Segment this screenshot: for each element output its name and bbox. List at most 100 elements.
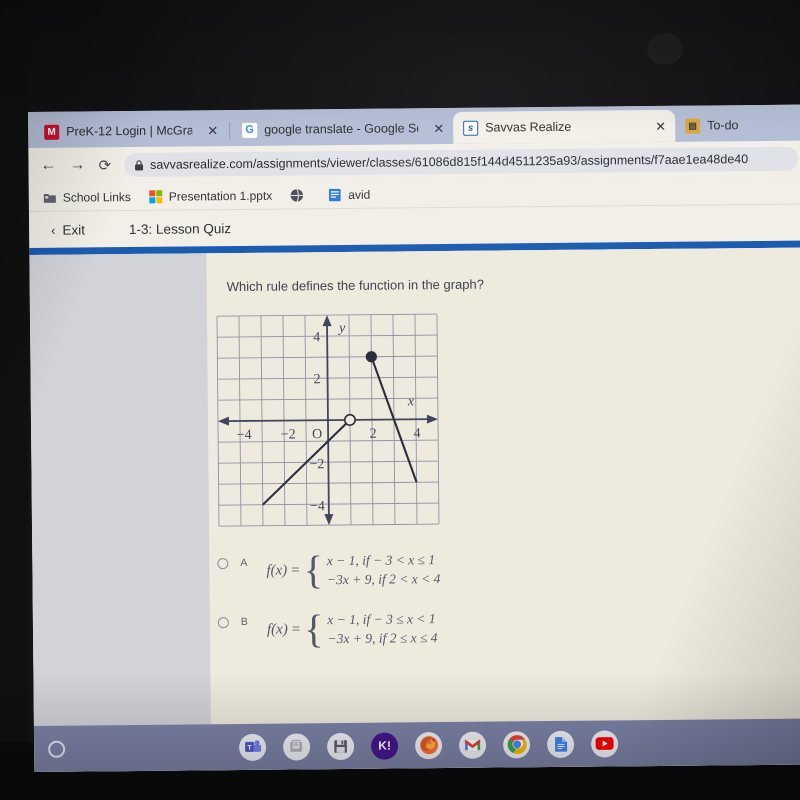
os-shelf: T K!	[33, 718, 800, 772]
xtick-4: 4	[414, 426, 421, 441]
forward-icon[interactable]: →	[69, 156, 85, 173]
shelf-app-list: T K!	[65, 728, 798, 762]
bookmark-school-links[interactable]: School Links	[43, 190, 131, 205]
case-line-1: x − 1, if − 3 < x ≤ 1	[327, 552, 440, 569]
browser-tab-mcgraw[interactable]: M PreK-12 Login | McGraw Hill ✕	[34, 114, 227, 148]
ytick--4: −4	[310, 499, 325, 514]
left-brace-icon: {	[303, 547, 324, 593]
globe-icon	[291, 188, 304, 202]
answer-choice-b[interactable]: B f(x) = { x − 1, if − 3 ≤ x < 1 −3x + 9…	[217, 606, 800, 652]
case-condition: if 2 < x < 4	[378, 571, 441, 587]
bookmark-label: avid	[348, 187, 371, 202]
bookmark-avid[interactable]: avid	[328, 187, 370, 201]
ytick-2: 2	[314, 372, 321, 387]
filled-circle-marker	[365, 351, 377, 363]
tab-title: google translate - Google Search	[264, 121, 419, 137]
left-brace-icon: {	[304, 606, 324, 652]
equals-sign: =	[291, 621, 301, 638]
quiz-body: Which rule defines the function in the g…	[29, 247, 800, 772]
open-circle-marker	[343, 413, 356, 426]
radio-button-a[interactable]	[217, 558, 229, 570]
chevron-left-icon: ‹	[51, 222, 56, 238]
xtick--4: −4	[237, 428, 252, 443]
lock-icon	[134, 159, 143, 170]
laptop-bezel-top	[0, 0, 800, 112]
origin-label: O	[312, 427, 322, 442]
function-graph: x y −4 −2 O 2 4 4 2 −2 −4	[211, 306, 800, 539]
laptop-photo-frame: M PreK-12 Login | McGraw Hill ✕ G google…	[0, 0, 800, 800]
tab-close-icon[interactable]: ✕	[655, 118, 666, 133]
tab-divider	[229, 122, 231, 140]
case-condition: if − 3 ≤ x < 1	[362, 611, 436, 627]
case-line-2: −3x + 9, if 2 < x < 4	[327, 571, 440, 588]
save-icon[interactable]	[326, 732, 355, 760]
xtick--2: −2	[281, 427, 296, 442]
laptop-bezel-left	[0, 0, 28, 800]
bookmark-label: Presentation 1.pptx	[168, 188, 273, 204]
answer-choices: A f(x) = { x − 1, if − 3 < x ≤ 1 −3x + 9…	[217, 547, 800, 652]
y-axis-label: y	[337, 321, 346, 336]
tab-title: To-do	[707, 118, 739, 133]
bookmark-label: School Links	[62, 189, 131, 205]
screen: M PreK-12 Login | McGraw Hill ✕ G google…	[28, 104, 800, 772]
reload-icon[interactable]: ⟳	[98, 157, 111, 174]
choice-letter: A	[240, 556, 248, 569]
case-condition: if 2 ≤ x ≤ 4	[378, 630, 438, 646]
case-expression: x − 1,	[326, 552, 359, 569]
choice-letter: B	[240, 615, 248, 628]
question-prompt: Which rule defines the function in the g…	[226, 276, 485, 295]
answer-choice-a[interactable]: A f(x) = { x − 1, if − 3 < x ≤ 1 −3x + 9…	[217, 547, 800, 593]
document-icon	[329, 188, 342, 201]
browser-tab-strip: M PreK-12 Login | McGraw Hill ✕ G google…	[28, 104, 800, 148]
browser-tab-savvas-realize[interactable]: s Savvas Realize ✕	[453, 109, 676, 144]
question-card: Which rule defines the function in the g…	[206, 247, 800, 772]
case-line-2: −3x + 9, if 2 ≤ x ≤ 4	[327, 630, 437, 647]
chrome-icon[interactable]	[502, 730, 531, 758]
x-axis-label: x	[407, 394, 415, 409]
page-title: 1-3: Lesson Quiz	[128, 220, 232, 237]
bookmark-presentation[interactable]: Presentation 1.pptx	[149, 188, 273, 204]
address-bar[interactable]: savvasrealize.com/assignments/viewer/cla…	[123, 146, 799, 178]
google-docs-icon[interactable]	[546, 730, 575, 758]
ytick-4: 4	[313, 330, 320, 345]
mcgraw-icon: M	[44, 124, 60, 140]
choice-formula: f(x) = { x − 1, if − 3 ≤ x < 1 −3x + 9,	[266, 606, 438, 652]
kahoot-icon[interactable]: K!	[370, 731, 399, 760]
teams-icon[interactable]: T	[238, 733, 267, 761]
todo-icon: ▤	[685, 118, 701, 134]
case-expression: −3x + 9,	[326, 571, 375, 588]
page-gutter	[29, 253, 213, 772]
exit-label: Exit	[62, 221, 86, 238]
equals-sign: =	[291, 562, 300, 579]
case-expression: x − 1,	[327, 611, 360, 628]
microsoft-icon	[149, 189, 163, 203]
google-icon: G	[242, 122, 258, 138]
radio-button-b[interactable]	[217, 617, 229, 629]
exit-button[interactable]: ‹ Exit	[51, 222, 85, 237]
case-condition: if − 3 < x ≤ 1	[362, 552, 436, 568]
webcam-icon	[648, 33, 682, 63]
gmail-icon[interactable]	[458, 731, 487, 759]
choice-formula: f(x) = { x − 1, if − 3 < x ≤ 1 −3x + 9,	[266, 547, 440, 593]
case-expression: −3x + 9,	[327, 630, 376, 647]
xtick-2: 2	[370, 427, 377, 442]
browser-tab-google-translate[interactable]: G google translate - Google Search ✕	[232, 112, 453, 146]
tab-close-icon[interactable]: ✕	[207, 123, 218, 138]
graph-svg: x y −4 −2 O 2 4 4 2 −2 −4	[216, 313, 440, 527]
files-icon[interactable]	[282, 732, 311, 761]
tab-title: PreK-12 Login | McGraw Hill	[66, 123, 193, 139]
browser-tab-todo[interactable]: ▤ To-do	[675, 109, 785, 142]
tab-close-icon[interactable]: ✕	[433, 121, 444, 136]
function-notation: f(x)	[266, 621, 288, 638]
folder-icon	[43, 193, 56, 203]
savvas-icon: s	[463, 120, 479, 136]
case-line-1: x − 1, if − 3 ≤ x < 1	[327, 611, 437, 628]
firefox-icon[interactable]	[414, 731, 443, 759]
function-notation: f(x)	[266, 562, 288, 579]
url-text: savvasrealize.com/assignments/viewer/cla…	[150, 152, 749, 172]
back-icon[interactable]: ←	[40, 157, 56, 174]
ytick--2: −2	[309, 457, 324, 472]
launcher-circle-icon[interactable]	[48, 740, 66, 758]
bookmark-globe[interactable]	[290, 188, 310, 202]
youtube-icon[interactable]	[590, 729, 619, 758]
